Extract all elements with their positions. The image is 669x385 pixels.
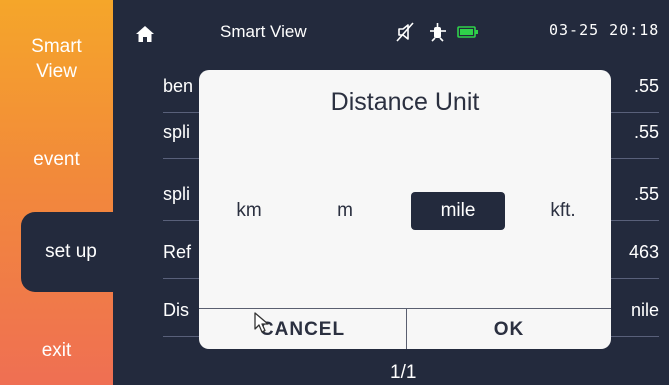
status-bar: Smart View 03-25 20:18 (113, 0, 669, 66)
sidebar-item-label: View (36, 61, 77, 82)
page-title: Smart View (220, 22, 307, 41)
sidebar-item-event[interactable]: event (0, 147, 113, 172)
unit-option-mile[interactable]: mile (411, 192, 505, 230)
row-value: nile (630, 300, 659, 320)
sidebar-item-setup[interactable]: set up (21, 212, 121, 292)
row-label: spli (163, 184, 191, 204)
row-value: 463 (628, 242, 659, 262)
row-value: .55 (633, 184, 659, 204)
row-label: Ref (163, 242, 192, 262)
row-value: .55 (633, 76, 659, 96)
row-label: ben (163, 76, 194, 96)
row-label: Dis (163, 300, 189, 320)
row-label: spli (163, 122, 191, 142)
page-indicator: 1/1 (390, 362, 417, 383)
mute-icon (396, 22, 414, 42)
unit-option-km[interactable]: km (219, 192, 279, 230)
probe-icon (430, 23, 446, 42)
home-icon[interactable] (135, 24, 155, 44)
battery-icon (457, 26, 478, 38)
row-value: .55 (633, 122, 659, 142)
clock: 03-25 20:18 (549, 21, 660, 39)
sidebar-item-label: exit (41, 340, 72, 361)
unit-options: km m mile kft. (199, 192, 611, 232)
pointer-cursor-icon (254, 312, 269, 333)
dialog-title: Distance Unit (330, 88, 480, 116)
sidebar-item-label: event (33, 149, 80, 170)
ok-button[interactable]: OK (407, 309, 611, 349)
sidebar: Smart View event set up exit (0, 0, 121, 385)
unit-option-kft[interactable]: kft. (533, 192, 593, 230)
sidebar-item-label: set up (45, 241, 97, 262)
distance-unit-dialog: Distance Unit km m mile kft. CANCEL OK (199, 70, 611, 349)
sidebar-item-label: Smart (31, 36, 82, 57)
unit-option-m[interactable]: m (315, 192, 375, 230)
sidebar-item-smart-view[interactable]: Smart View (0, 34, 113, 84)
sidebar-item-exit[interactable]: exit (0, 338, 113, 363)
cancel-button[interactable]: CANCEL (199, 309, 406, 349)
